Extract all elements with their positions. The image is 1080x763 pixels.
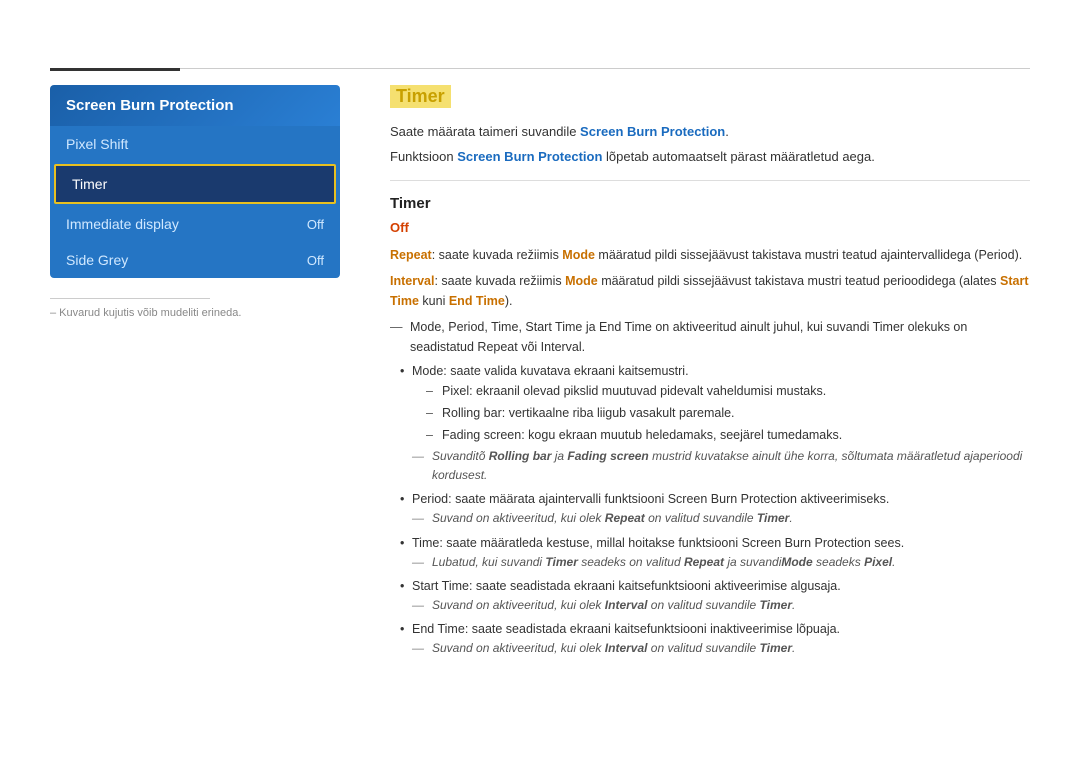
content-divider	[390, 180, 1030, 181]
section-title: Timer	[390, 85, 451, 108]
sidebar-menu: Pixel Shift Timer Immediate display Off …	[50, 126, 340, 278]
sidebar-header: Screen Burn Protection	[50, 85, 340, 126]
bullet-list: Mode: saate valida kuvatava ekraani kait…	[390, 361, 1030, 658]
note-endtime: Suvand on aktiveeritud, kui olek Interva…	[412, 639, 1030, 658]
bullet-time: Time: saate määratleda kestuse, millal h…	[400, 533, 1030, 572]
bullet-mode: Mode: saate valida kuvatava ekraani kait…	[400, 361, 1030, 485]
sub-rollingbar: Rolling bar: vertikaalne riba liigub vas…	[412, 403, 1030, 423]
top-divider-line	[50, 68, 1030, 69]
sub-fadingscreen: Fading screen: kogu ekraan muutub heleda…	[412, 425, 1030, 445]
sidebar-item-sidegrey[interactable]: Side Grey Off	[50, 242, 340, 278]
dash-line-1: Mode, Period, Time, Start Time ja End Ti…	[390, 317, 1030, 357]
sidebar-item-pixelshift[interactable]: Pixel Shift	[50, 126, 340, 162]
note-time: Lubatud, kui suvandi Timer seadeks on va…	[412, 553, 1030, 572]
sidebar-note: – Kuvarud kujutis võib mudeliti erineda.	[50, 298, 340, 319]
note-period: Suvand on aktiveeritud, kui olek Repeat …	[412, 509, 1030, 528]
note-starttime: Suvand on aktiveeritud, kui olek Interva…	[412, 596, 1030, 615]
intro-text-1: Saate määrata taimeri suvandile Screen B…	[390, 122, 1030, 142]
sidebar-item-immediate[interactable]: Immediate display Off	[50, 206, 340, 242]
sidebar-note-text: – Kuvarud kujutis võib mudeliti erineda.	[50, 307, 340, 319]
sidebar-note-divider	[50, 298, 210, 299]
status-off: Off	[390, 220, 1030, 235]
sidebar-item-label-sidegrey: Side Grey	[66, 252, 128, 268]
bullet-endtime: End Time: saate seadistada ekraani kaits…	[400, 619, 1030, 658]
sidebar-item-timer[interactable]: Timer	[54, 164, 336, 204]
sidebar-item-label-pixelshift: Pixel Shift	[66, 136, 128, 152]
intro-text-2: Funktsioon Screen Burn Protection lõpeta…	[390, 147, 1030, 167]
sub-pixel: Pixel: ekraanil olevad pikslid muutuvad …	[412, 381, 1030, 401]
sidebar-item-value-sidegrey: Off	[307, 253, 324, 268]
bullet-starttime: Start Time: saate seadistada ekraani kai…	[400, 576, 1030, 615]
timer-subtitle: Timer	[390, 195, 1030, 212]
note-rollingfading: Suvanditõ Rolling bar ja Fading screen m…	[412, 447, 1030, 485]
sidebar-item-value-immediate: Off	[307, 217, 324, 232]
sidebar-item-label-immediate: Immediate display	[66, 216, 179, 232]
interval-line: Interval: saate kuvada režiimis Mode mää…	[390, 271, 1030, 311]
sidebar-item-label-timer: Timer	[72, 176, 107, 192]
top-divider-dark	[50, 68, 180, 71]
bullet-period: Period: saate määrata ajaintervalli funk…	[400, 489, 1030, 528]
sidebar: Screen Burn Protection Pixel Shift Timer…	[50, 85, 340, 319]
repeat-line: Repeat: saate kuvada režiimis Mode määra…	[390, 245, 1030, 265]
main-content: Timer Saate määrata taimeri suvandile Sc…	[390, 85, 1030, 713]
